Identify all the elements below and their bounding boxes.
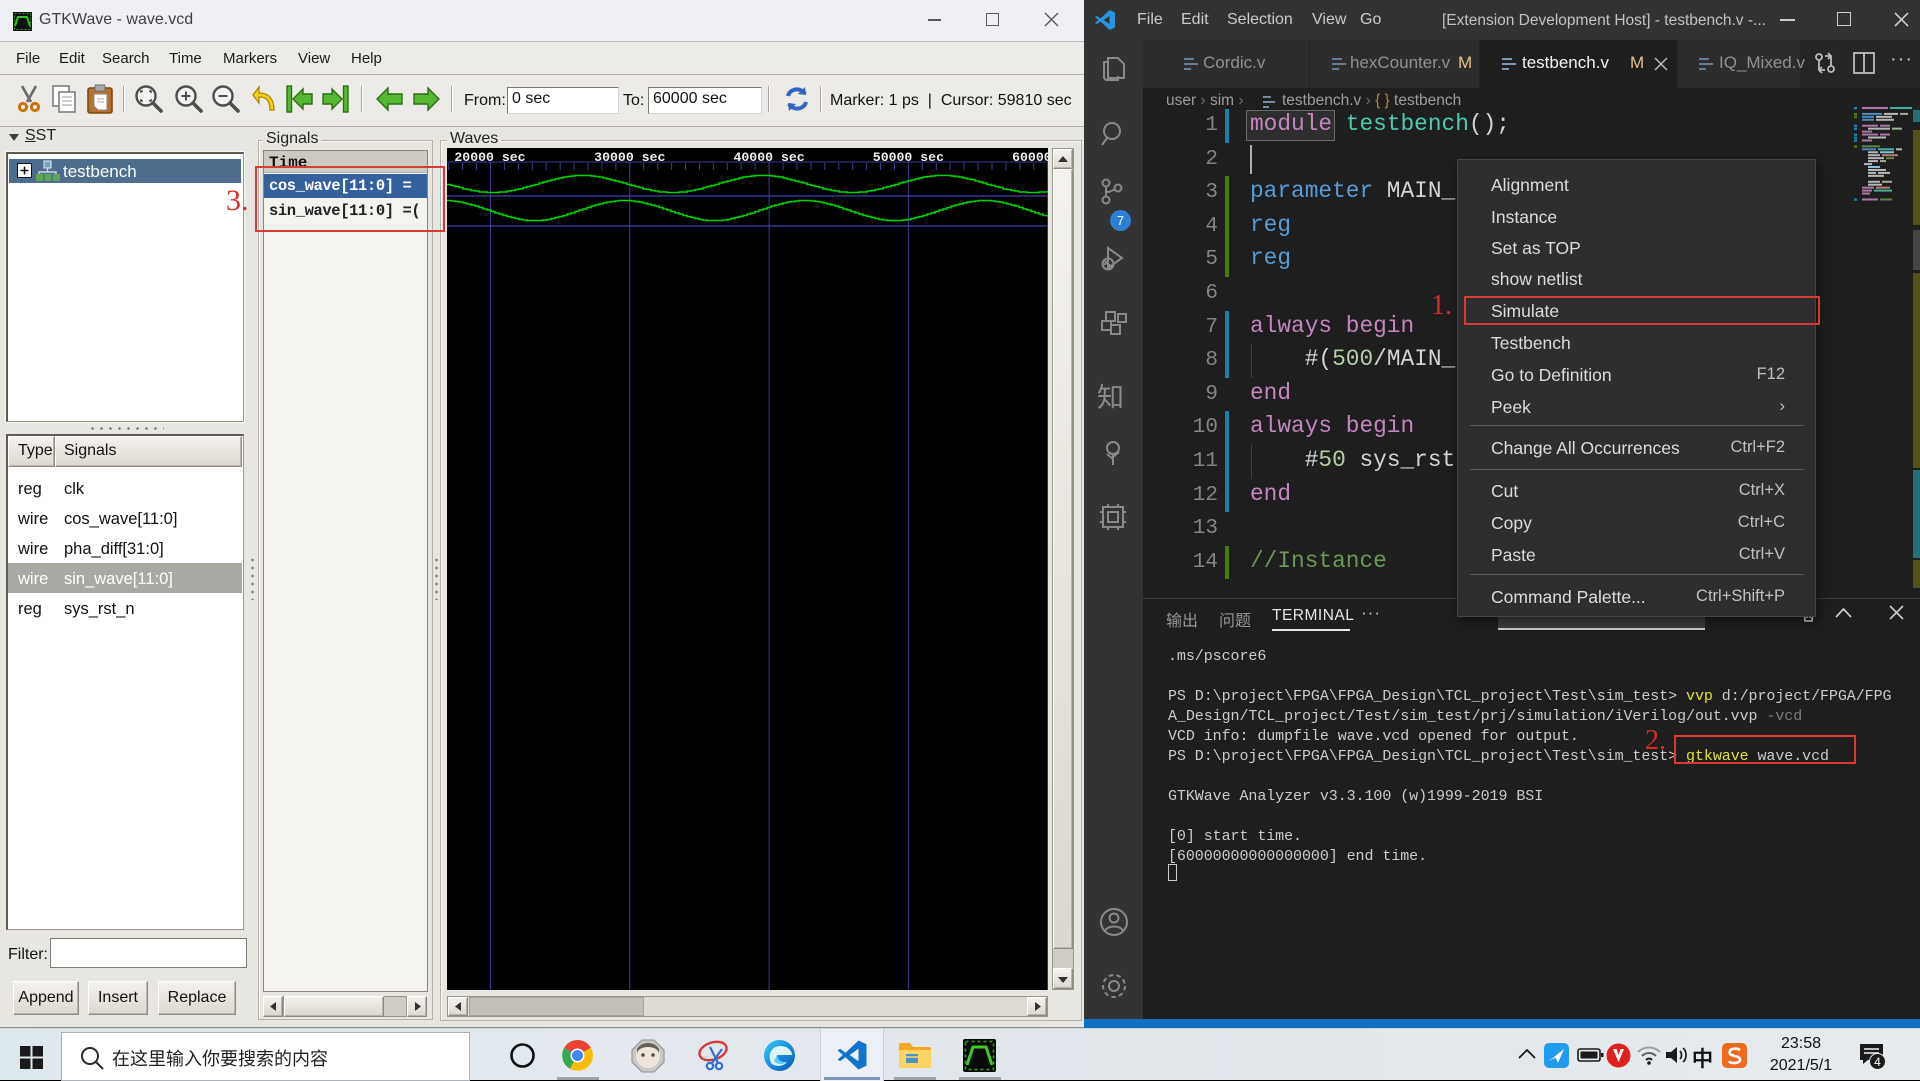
svg-text:50000 sec: 50000 sec xyxy=(873,150,944,165)
svg-text:60000 sec: 60000 sec xyxy=(1012,150,1048,165)
svg-text:20000 sec: 20000 sec xyxy=(454,150,525,165)
svg-text:40000 sec: 40000 sec xyxy=(733,150,804,165)
svg-text:30000 sec: 30000 sec xyxy=(594,150,665,165)
